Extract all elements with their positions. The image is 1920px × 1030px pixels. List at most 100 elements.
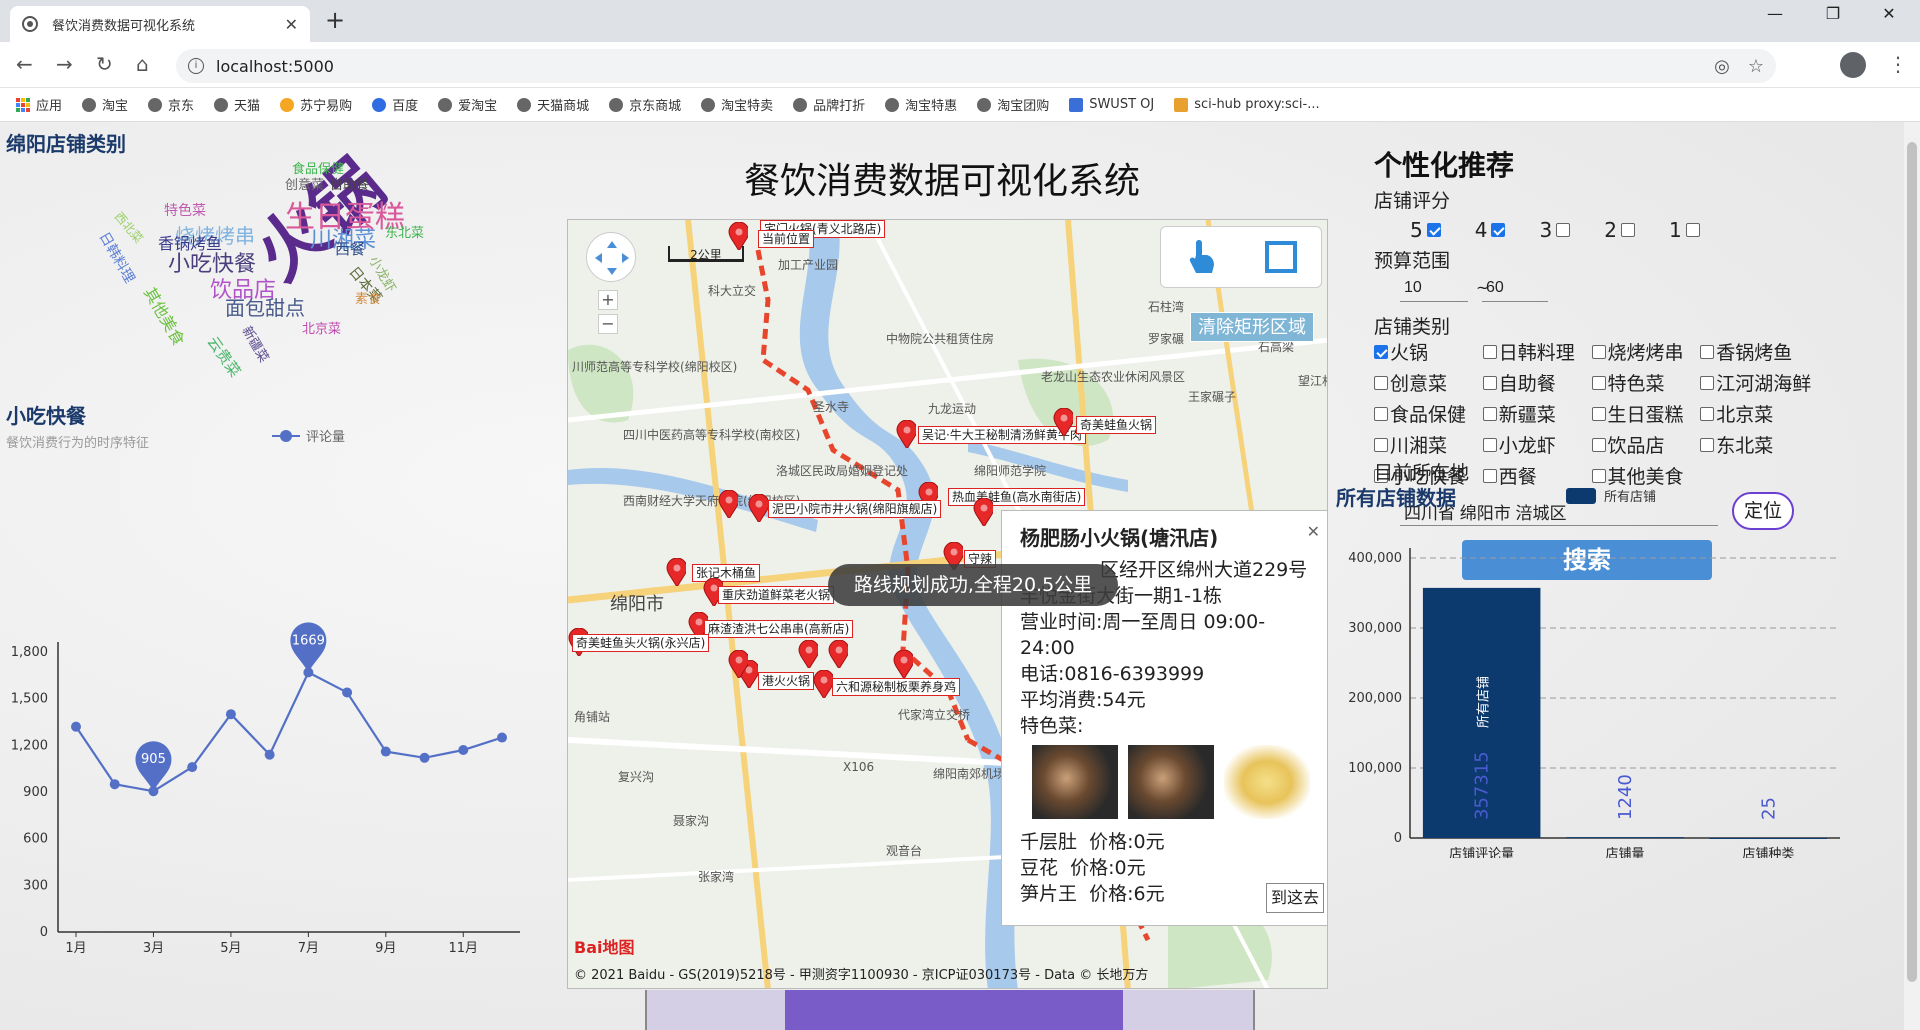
page-scrollbar[interactable] — [1904, 122, 1920, 1030]
map-pin-icon[interactable] — [813, 670, 833, 698]
location-target-icon[interactable]: ◎ — [1714, 56, 1730, 77]
bookmark-item[interactable]: 淘宝 — [82, 95, 128, 114]
reload-icon[interactable]: ↻ — [96, 52, 113, 76]
category-option[interactable]: 自助餐 — [1482, 369, 1578, 396]
shop-label[interactable]: 港火火锅 — [758, 672, 815, 690]
maximize-icon[interactable]: ❐ — [1810, 4, 1856, 23]
bookmark-item[interactable]: 品牌打折 — [793, 95, 865, 114]
close-window-icon[interactable]: ✕ — [1866, 4, 1912, 23]
bookmark-star-icon[interactable]: ☆ — [1748, 56, 1764, 77]
checkbox[interactable] — [1700, 375, 1715, 390]
go-here-button[interactable]: 到这去 — [1265, 883, 1324, 913]
checkbox[interactable] — [1374, 375, 1388, 390]
category-option[interactable]: 香锅烤鱼 — [1700, 338, 1814, 365]
bookmark-item[interactable]: 百度 — [372, 95, 418, 114]
address-bar[interactable]: i localhost:5000 ◎ ☆ — [176, 49, 1776, 83]
category-option[interactable]: 饮品店 — [1591, 431, 1687, 458]
bookmark-item[interactable]: 苏宁易购 — [280, 95, 352, 114]
map-pin-icon[interactable] — [828, 640, 848, 668]
bookmark-item[interactable]: SWUST OJ — [1069, 97, 1154, 112]
shop-label[interactable]: 奇美蛙鱼火锅 — [1076, 416, 1157, 434]
info-icon[interactable]: i — [188, 58, 204, 74]
map-pan-control[interactable] — [586, 232, 636, 282]
category-option[interactable]: 西餐 — [1482, 462, 1578, 489]
checkbox[interactable] — [1591, 375, 1606, 390]
checkbox[interactable] — [1591, 437, 1606, 452]
budget-max-input[interactable] — [1482, 274, 1548, 302]
rating-option-2[interactable]: 2 — [1604, 218, 1635, 242]
checkbox[interactable] — [1700, 437, 1715, 452]
checkbox[interactable] — [1700, 344, 1715, 359]
checkbox-checked[interactable] — [1426, 223, 1441, 237]
bookmark-apps[interactable]: 应用 — [16, 95, 62, 114]
map-pin-icon[interactable] — [973, 498, 993, 526]
shop-label[interactable]: 泥巴小院市井火锅(绵阳旗舰店) — [768, 500, 942, 518]
category-option[interactable]: 特色菜 — [1591, 369, 1687, 396]
checkbox[interactable] — [1591, 406, 1606, 421]
forward-icon[interactable]: → — [56, 52, 73, 76]
map-pin-icon[interactable] — [748, 494, 768, 522]
zoom-in-button[interactable]: + — [598, 290, 618, 310]
bookmark-item[interactable]: 爱淘宝 — [438, 95, 497, 114]
map-pin-icon[interactable] — [798, 640, 818, 668]
checkbox-checked[interactable] — [1374, 344, 1388, 359]
checkbox[interactable] — [1591, 468, 1606, 483]
category-option[interactable]: 生日蛋糕 — [1591, 400, 1687, 427]
checkbox-checked[interactable] — [1491, 223, 1506, 237]
home-icon[interactable]: ⌂ — [136, 52, 149, 76]
category-option[interactable]: 火锅 — [1374, 338, 1469, 365]
rating-option-1[interactable]: 1 — [1669, 218, 1700, 242]
budget-min-input[interactable] — [1400, 274, 1468, 302]
category-option[interactable]: 创意菜 — [1374, 369, 1469, 396]
scrollbar-thumb[interactable] — [1907, 142, 1917, 982]
menu-kebab-icon[interactable]: ⋮ — [1888, 52, 1908, 76]
checkbox[interactable] — [1620, 223, 1635, 237]
map-pin-icon[interactable] — [1053, 408, 1073, 436]
shop-label[interactable]: 热血美蛙鱼(高水南街店) — [948, 488, 1086, 506]
rating-option-4[interactable]: 4 — [1475, 218, 1506, 242]
bookmark-item[interactable]: sci-hub proxy:sci-... — [1174, 97, 1320, 112]
bar-chart-legend[interactable]: 所有店铺 — [1566, 486, 1656, 505]
checkbox[interactable] — [1556, 223, 1571, 237]
map-pin-icon[interactable] — [666, 558, 686, 586]
close-icon[interactable]: ✕ — [1307, 519, 1320, 545]
shop-label[interactable]: 重庆劲道鲜菜老火锅 — [718, 586, 835, 604]
checkbox[interactable] — [1482, 468, 1497, 483]
category-option[interactable]: 日韩料理 — [1482, 338, 1578, 365]
close-tab-icon[interactable]: ✕ — [285, 15, 298, 34]
category-option[interactable]: 其他美食 — [1591, 462, 1687, 489]
new-tab-button[interactable]: + — [325, 6, 345, 34]
category-option[interactable]: 川湘菜 — [1374, 431, 1469, 458]
back-icon[interactable]: ← — [16, 52, 33, 76]
checkbox[interactable] — [1700, 406, 1715, 421]
checkbox[interactable] — [1482, 375, 1497, 390]
bookmark-item[interactable]: 京东商城 — [609, 95, 681, 114]
category-option[interactable]: 东北菜 — [1700, 431, 1814, 458]
bookmark-item[interactable]: 天猫 — [214, 95, 260, 114]
checkbox[interactable] — [1685, 223, 1700, 237]
bookmark-item[interactable]: 淘宝特卖 — [701, 95, 773, 114]
checkbox[interactable] — [1482, 344, 1497, 359]
map-pin-icon[interactable] — [728, 650, 748, 678]
map-pin-icon[interactable] — [896, 420, 916, 448]
shop-label[interactable]: 奇美蛙鱼头火锅(永兴店) — [572, 634, 710, 652]
checkbox[interactable] — [1482, 406, 1497, 421]
rectangle-draw-icon[interactable] — [1241, 227, 1321, 287]
category-option[interactable]: 江河湖海鲜 — [1700, 369, 1814, 396]
profile-avatar-icon[interactable] — [1840, 52, 1866, 78]
shop-label[interactable]: 麻渣渣洪七公串串(高新店) — [704, 620, 854, 638]
checkbox[interactable] — [1591, 344, 1606, 359]
checkbox[interactable] — [1374, 406, 1388, 421]
bookmark-item[interactable]: 淘宝特惠 — [885, 95, 957, 114]
browser-tab[interactable]: 餐饮消费数据可视化系统 ✕ — [10, 6, 310, 42]
hand-pointer-icon[interactable] — [1161, 227, 1241, 287]
checkbox[interactable] — [1374, 437, 1388, 452]
minimize-icon[interactable]: — — [1752, 4, 1798, 23]
bookmark-item[interactable]: 天猫商城 — [517, 95, 589, 114]
baidu-map[interactable]: 科大立交 加工产业园 中物院公共租赁住房 九龙运动 洛城区民政局婚姻登记处 绵阳师范学院 四… — [567, 219, 1328, 989]
category-option[interactable]: 新疆菜 — [1482, 400, 1578, 427]
checkbox[interactable] — [1482, 437, 1497, 452]
rating-option-5[interactable]: 5 — [1410, 218, 1441, 242]
zoom-out-button[interactable]: − — [598, 314, 618, 334]
map-pin-icon[interactable] — [718, 490, 738, 518]
